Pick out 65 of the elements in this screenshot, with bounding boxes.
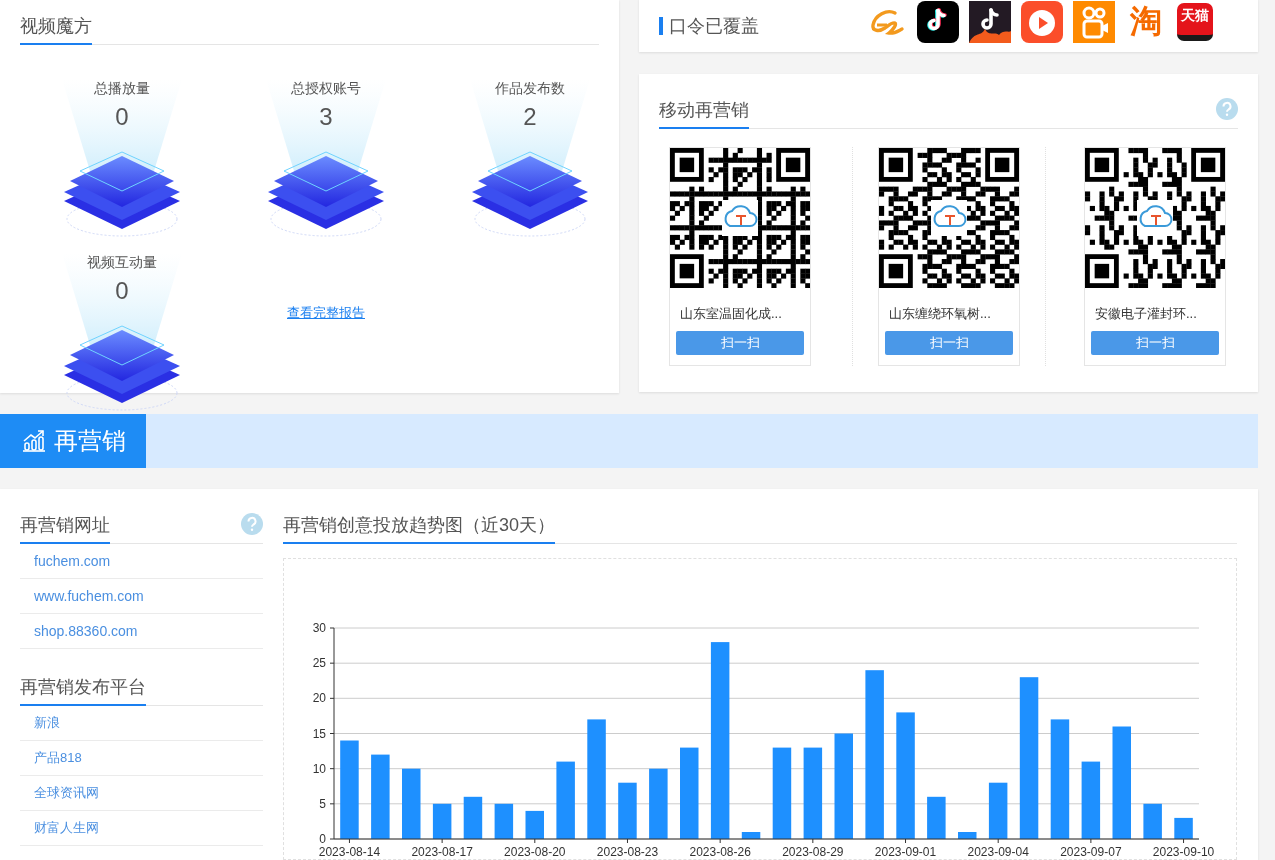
axis-tick-label: 2023-08-26 (689, 845, 751, 859)
bar (988, 782, 1008, 839)
axis-tick-label: 2023-09-04 (967, 845, 1029, 859)
bar (927, 796, 946, 839)
bar (649, 768, 668, 839)
platform-link[interactable]: 财富人生网 (34, 819, 99, 837)
bar (958, 832, 977, 839)
axis-tick-label: 30 (312, 621, 326, 635)
scan-button[interactable]: 扫一扫 (885, 331, 1013, 355)
stat-label: 总播放量 (94, 79, 150, 97)
axis-tick-label: 2023-08-29 (782, 845, 844, 859)
bar (1143, 803, 1162, 839)
stat-value: 0 (115, 277, 129, 305)
report-link[interactable]: 查看完整报告 (287, 304, 365, 322)
axis-tick-label: 5 (319, 796, 326, 811)
bar (432, 803, 452, 839)
help-icon[interactable] (241, 513, 263, 535)
axis-tick-label: 25 (312, 656, 326, 671)
platform-link[interactable]: 产品818 (34, 749, 82, 767)
help-icon[interactable] (1216, 98, 1238, 120)
axis-tick-label: 0 (319, 832, 326, 846)
bar (741, 832, 761, 839)
url-link[interactable]: www.fuchem.com (34, 588, 144, 604)
qr-caption: 山东室温固化成... (679, 305, 782, 323)
axis-tick-label: 2023-09-01 (874, 845, 937, 859)
stat-label: 总授权账号 (291, 79, 361, 97)
scan-button[interactable]: 扫一扫 (676, 331, 804, 355)
logo-text: 淘 (1129, 1, 1163, 41)
platform-link[interactable]: 新浪 (34, 714, 60, 732)
axis-tick-label: 2023-09-07 (1060, 845, 1122, 859)
platform-link[interactable]: 全球资讯网 (34, 784, 99, 802)
url-link[interactable]: fuchem.com (34, 553, 111, 569)
url-link[interactable]: shop.88360.com (34, 623, 138, 639)
section-title: 移动再营销 (659, 99, 749, 129)
logo-text: 天猫 (1177, 2, 1213, 41)
qr-caption: 山东缠绕环氧树... (888, 305, 991, 323)
bar (525, 810, 544, 839)
stat-value: 2 (523, 103, 537, 131)
section-title: 再营销发布平台 (20, 676, 146, 706)
bar (494, 803, 514, 839)
stat-label: 作品发布数 (495, 79, 565, 97)
axis-tick-label: 2023-08-14 (318, 845, 381, 859)
axis-tick-label: 2023-08-20 (504, 845, 566, 859)
section-title: 再营销创意投放趋势图（近30天） (283, 514, 556, 544)
section-title: 再营销网址 (20, 514, 110, 544)
scan-button[interactable]: 扫一扫 (1091, 331, 1219, 355)
axis-tick-label: 2023-08-17 (411, 845, 473, 859)
axis-tick-label: 20 (312, 691, 326, 706)
axis-tick-label: 2023-09-10 (1152, 845, 1215, 859)
bar (1174, 817, 1193, 839)
stat-value: 0 (115, 103, 129, 131)
stat-label: 视频互动量 (87, 253, 157, 271)
axis-tick-label: 15 (312, 726, 326, 741)
section-title: 视频魔方 (20, 15, 92, 45)
banner-title: 再营销 (54, 426, 126, 456)
axis-tick-label: 2023-08-23 (596, 845, 659, 859)
qr-caption: 安徽电子灌封环... (1094, 305, 1197, 323)
section-title: 口令已覆盖 (669, 14, 759, 38)
growth-chart-icon (22, 430, 46, 452)
stat-value: 3 (319, 103, 333, 131)
bar (463, 796, 483, 839)
bar (618, 782, 637, 839)
axis-tick-label: 10 (312, 761, 326, 776)
bar (402, 768, 421, 839)
accent-bar (659, 16, 663, 35)
